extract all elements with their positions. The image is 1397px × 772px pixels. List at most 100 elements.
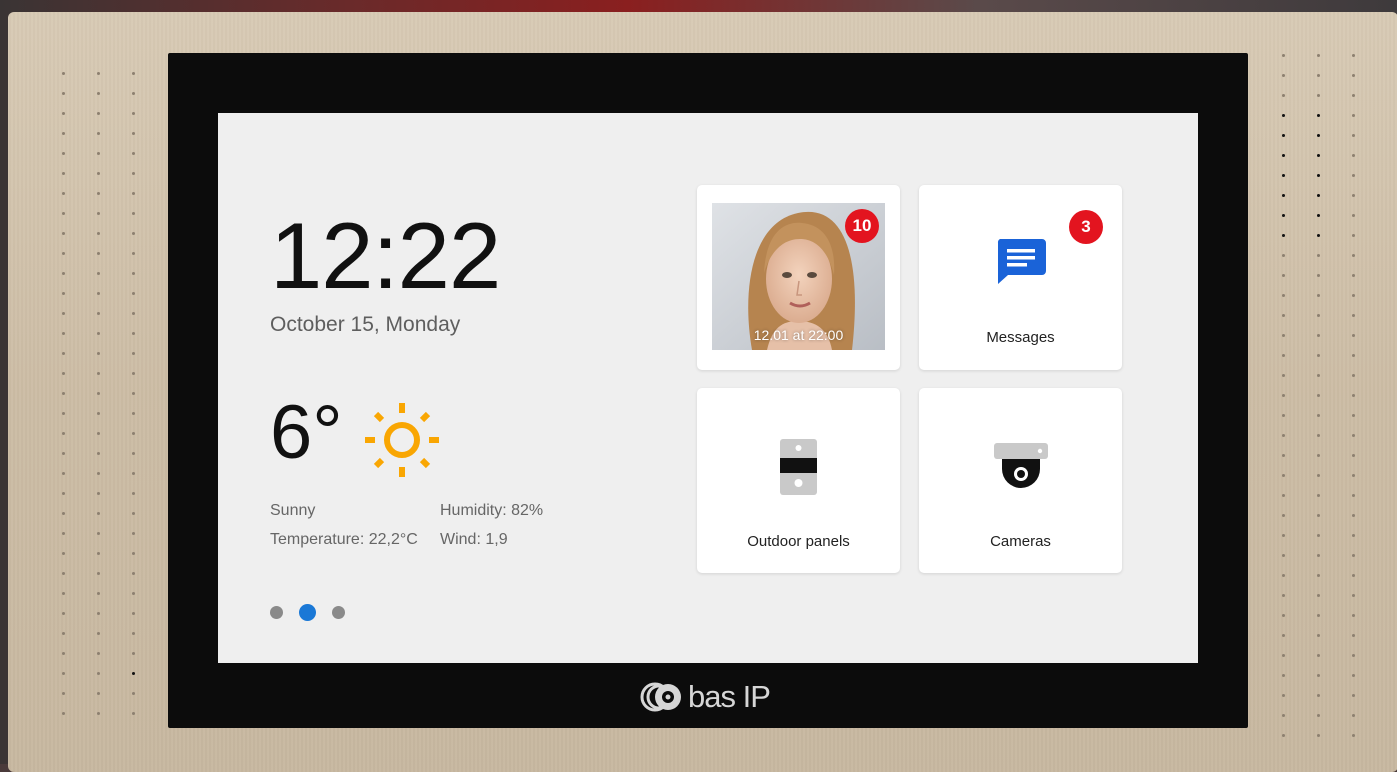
speaker-hole (97, 152, 100, 155)
speaker-hole (1317, 414, 1320, 417)
speaker-hole (62, 612, 65, 615)
speaker-hole (1317, 294, 1320, 297)
speaker-hole (1317, 574, 1320, 577)
speaker-hole (1317, 494, 1320, 497)
speaker-hole (132, 252, 135, 255)
speaker-hole (1317, 634, 1320, 637)
speaker-hole (132, 652, 135, 655)
speaker-hole (97, 352, 100, 355)
speaker-hole (62, 512, 65, 515)
speaker-hole (1317, 354, 1320, 357)
speaker-hole (97, 272, 100, 275)
speaker-hole (1352, 414, 1355, 417)
speaker-hole (62, 152, 65, 155)
speaker-hole (62, 192, 65, 195)
speaker-hole (132, 292, 135, 295)
speaker-hole (1317, 214, 1320, 217)
speaker-hole (1352, 534, 1355, 537)
speaker-hole (1317, 554, 1320, 557)
speaker-hole (1282, 674, 1285, 677)
speaker-hole (1352, 214, 1355, 217)
speaker-hole (1282, 414, 1285, 417)
speaker-hole (1317, 274, 1320, 277)
speaker-hole (1317, 694, 1320, 697)
speaker-hole (1282, 114, 1285, 117)
speaker-hole (132, 72, 135, 75)
speaker-hole (1282, 574, 1285, 577)
speaker-hole (1352, 694, 1355, 697)
speaker-hole (62, 132, 65, 135)
speaker-hole (1282, 194, 1285, 197)
camera-icon (994, 443, 1048, 488)
tile-cameras[interactable]: Cameras (919, 388, 1122, 573)
speaker-hole (97, 412, 100, 415)
weather-humidity: Humidity: 82% (440, 502, 544, 519)
speaker-hole (1352, 254, 1355, 257)
message-icon (997, 239, 1046, 284)
speaker-hole (97, 252, 100, 255)
speaker-hole (1352, 354, 1355, 357)
tile-messages[interactable]: 3 Messages (919, 185, 1122, 370)
speaker-hole (1282, 294, 1285, 297)
speaker-hole (132, 272, 135, 275)
speaker-hole (97, 372, 100, 375)
speaker-hole (132, 312, 135, 315)
visitor-photo-timestamp: 12.01 at 22:00 (753, 327, 844, 343)
speaker-hole (1282, 594, 1285, 597)
speaker-hole (1282, 354, 1285, 357)
speaker-hole (1317, 134, 1320, 137)
speaker-hole (1352, 714, 1355, 717)
speaker-hole (62, 92, 65, 95)
weather-temperature: Temperature: 22,2°C (270, 531, 418, 548)
speaker-hole (97, 292, 100, 295)
speaker-hole (132, 672, 135, 675)
outdoor-panels-label: Outdoor panels (747, 533, 850, 550)
speaker-hole (1317, 74, 1320, 77)
speaker-hole (132, 632, 135, 635)
speaker-hole (62, 372, 65, 375)
speaker-hole (97, 632, 100, 635)
speaker-hole (62, 312, 65, 315)
speaker-hole (62, 392, 65, 395)
speaker-hole (97, 552, 100, 555)
speaker-hole (1352, 314, 1355, 317)
speaker-hole (1352, 454, 1355, 457)
speaker-hole (1352, 574, 1355, 577)
outdoor-panel-icon (780, 439, 817, 495)
page-dot-3[interactable] (332, 606, 345, 619)
speaker-hole (97, 532, 100, 535)
speaker-hole (62, 112, 65, 115)
clock: 12:22 (270, 203, 501, 308)
speaker-hole (97, 192, 100, 195)
speaker-hole (1282, 694, 1285, 697)
speaker-hole (1317, 714, 1320, 717)
page-dot-1[interactable] (270, 606, 283, 619)
speaker-hole (1282, 134, 1285, 137)
speaker-hole (62, 692, 65, 695)
page-dot-2-active[interactable] (299, 604, 316, 621)
speaker-hole (1352, 734, 1355, 737)
speaker-hole (1282, 214, 1285, 217)
speaker-hole (132, 412, 135, 415)
speaker-hole (62, 432, 65, 435)
speaker-hole (97, 712, 100, 715)
speaker-hole (1352, 554, 1355, 557)
speaker-hole (1352, 674, 1355, 677)
speaker-hole (132, 472, 135, 475)
speaker-hole (1282, 714, 1285, 717)
speaker-hole (1282, 394, 1285, 397)
speaker-hole (62, 552, 65, 555)
tile-outdoor-panels[interactable]: Outdoor panels (697, 388, 900, 573)
speaker-hole (1317, 174, 1320, 177)
speaker-hole (1317, 154, 1320, 157)
speaker-hole (1352, 634, 1355, 637)
speaker-hole (97, 212, 100, 215)
tile-visitor-photo[interactable]: 12.01 at 22:00 10 (697, 185, 900, 370)
speaker-hole (1352, 594, 1355, 597)
speaker-hole (62, 252, 65, 255)
speaker-hole (62, 272, 65, 275)
speaker-hole (1352, 514, 1355, 517)
speaker-hole (1352, 654, 1355, 657)
speaker-hole (1317, 454, 1320, 457)
speaker-hole (1282, 314, 1285, 317)
